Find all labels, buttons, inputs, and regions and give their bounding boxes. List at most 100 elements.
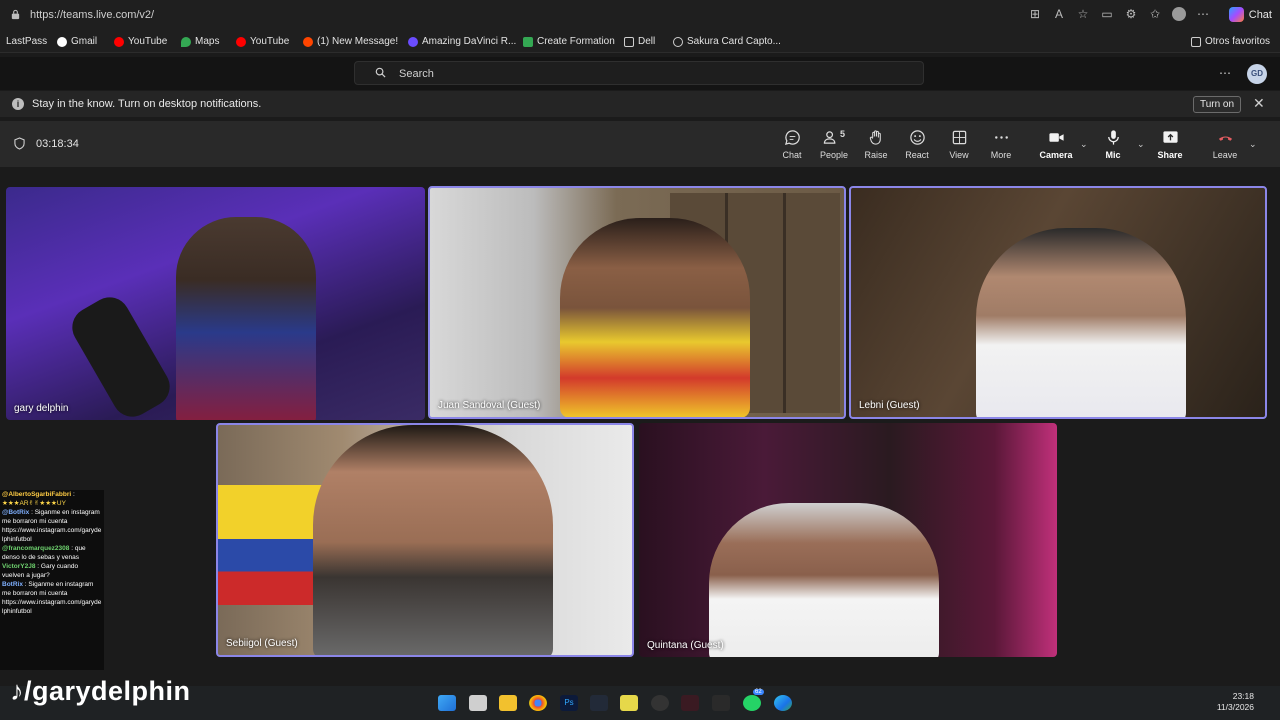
chat-user: VictorY2J8 — [2, 563, 36, 570]
mic-options-chevron-icon[interactable]: ⌄ — [1137, 139, 1145, 150]
people-count: 5 — [839, 129, 845, 139]
bookmark-lastpass[interactable]: LastPass — [6, 36, 47, 47]
chat-button[interactable]: Chat — [772, 129, 812, 160]
immersive-reader-icon[interactable]: ▭ — [1100, 7, 1114, 21]
bookmark-label: Amazing DaVinci R... — [422, 36, 517, 47]
bookmark-create-formation[interactable]: Create Formation — [523, 36, 615, 47]
react-button[interactable]: React — [897, 129, 937, 160]
site-info-icon[interactable] — [10, 9, 21, 20]
url-field[interactable]: https://teams.live.com/v2/ — [30, 9, 154, 21]
folder-icon — [1191, 36, 1201, 47]
bookmark-davinci[interactable]: Amazing DaVinci R... — [408, 36, 516, 47]
participant-video — [560, 218, 750, 417]
edge-icon[interactable] — [774, 695, 792, 711]
chat-text: ★★★AR✌✌★★★UY — [2, 500, 66, 507]
mic-label: Mic — [1105, 150, 1121, 160]
apps-icon[interactable]: ⊞ — [1028, 7, 1042, 21]
participant-tile-juan[interactable]: Juan Sandoval (Guest) — [428, 186, 846, 419]
participant-name: gary delphin — [14, 403, 69, 414]
meeting-toolbar: 03:18:34 Chat 5 People Raise React View … — [0, 121, 1280, 167]
obs-icon[interactable] — [651, 695, 669, 711]
google-icon — [57, 36, 67, 47]
chat-message: VictorY2J8 : Gary cuando vuelven a jugar… — [0, 562, 104, 580]
camera-label: Camera — [1039, 150, 1073, 160]
bookmark-sakura[interactable]: Sakura Card Capto... — [673, 36, 781, 47]
chat-message: https://www.instagram.com/garydelphinfut… — [0, 526, 104, 544]
globe-icon — [673, 36, 683, 47]
people-label: People — [819, 150, 849, 160]
leave-button[interactable]: Leave — [1205, 129, 1245, 160]
flag-backdrop — [218, 485, 328, 605]
photoshop-icon[interactable]: Ps — [560, 695, 578, 711]
chat-icon — [772, 129, 812, 147]
more-options-icon[interactable]: ⋯ — [1196, 7, 1210, 21]
davinci-resolve-icon[interactable] — [590, 695, 608, 711]
other-favorites[interactable]: Otros favoritos — [1191, 36, 1270, 47]
read-aloud-icon[interactable]: A — [1052, 7, 1066, 21]
copilot-chat-button[interactable]: Chat — [1228, 7, 1272, 22]
notification-icon — [303, 36, 313, 47]
profile-icon[interactable] — [1172, 7, 1186, 21]
whatsapp-icon[interactable]: 62 — [743, 689, 764, 711]
chat-user: @francomarquez2308 — [2, 545, 70, 552]
other-favorites-label: Otros favoritos — [1205, 36, 1271, 47]
task-view-icon[interactable] — [469, 695, 487, 711]
share-screen-icon — [1150, 129, 1190, 147]
windows-start-icon[interactable] — [438, 695, 456, 711]
copilot-chat-label: Chat — [1248, 8, 1272, 21]
bookmark-maps[interactable]: Maps — [181, 36, 219, 47]
participant-name: Lebni (Guest) — [859, 400, 920, 411]
camera-options-chevron-icon[interactable]: ⌄ — [1080, 139, 1088, 150]
copilot-icon — [1228, 7, 1244, 22]
davinci-icon — [408, 36, 418, 47]
stream-chat-overlay: @AlbertoSgarbiFabbri : ★★★AR✌✌★★★UY @Bot… — [0, 490, 104, 670]
favorites-icon[interactable]: ✩ — [1148, 7, 1162, 21]
grid-view-icon — [939, 129, 979, 147]
settings-more-icon[interactable]: ⋯ — [1219, 66, 1231, 80]
avatar[interactable]: GD — [1247, 64, 1267, 84]
windows-taskbar: Ps 62 23:18 11/3/2026 — [0, 686, 1280, 720]
extensions-icon[interactable]: ⚙ — [1124, 7, 1138, 21]
more-button[interactable]: More — [981, 129, 1021, 160]
leave-label: Leave — [1212, 150, 1238, 160]
bookmark-youtube-2[interactable]: YouTube — [236, 36, 289, 47]
share-button[interactable]: Share — [1150, 129, 1190, 160]
bookmark-youtube[interactable]: YouTube — [114, 36, 167, 47]
react-label: React — [905, 150, 929, 160]
turn-on-button[interactable]: Turn on — [1193, 96, 1241, 113]
close-icon[interactable]: ✕ — [1253, 95, 1265, 112]
bookmark-gmail[interactable]: Gmail — [57, 36, 97, 47]
raise-hand-button[interactable]: Raise — [856, 129, 896, 160]
youtube-icon — [114, 36, 124, 47]
bookmark-label: Create Formation — [537, 36, 615, 47]
clock-date: 11/3/2026 — [1216, 702, 1254, 712]
clock-time: 23:18 — [1232, 691, 1254, 701]
smiley-icon — [897, 129, 937, 147]
participant-name: Juan Sandoval (Guest) — [438, 400, 541, 411]
microphone-prop — [65, 290, 177, 420]
view-button[interactable]: View — [939, 129, 979, 160]
participant-tile-quintana[interactable]: Quintana (Guest) — [639, 423, 1057, 657]
mic-button[interactable]: Mic — [1093, 129, 1133, 160]
participant-video — [176, 217, 316, 420]
bookmark-new-message[interactable]: (1) New Message! — [303, 36, 398, 47]
favorite-star-icon[interactable]: ☆ — [1076, 7, 1090, 21]
app-icon-2[interactable] — [712, 695, 730, 711]
more-dots-icon — [981, 129, 1021, 147]
camera-button[interactable]: Camera — [1036, 129, 1076, 160]
tiktok-watermark: ♪/garydelphin — [10, 676, 191, 707]
file-explorer-icon[interactable] — [499, 695, 517, 711]
search-icon — [375, 67, 386, 78]
participant-tile-sebiigol[interactable]: Sebiigol (Guest) — [216, 423, 634, 657]
participant-tile-gary[interactable]: gary delphin — [6, 187, 425, 420]
app-icon[interactable] — [681, 695, 699, 711]
bookmark-dell[interactable]: Dell — [624, 36, 655, 47]
people-button[interactable]: 5 People — [814, 129, 854, 160]
chrome-icon[interactable] — [529, 695, 547, 711]
search-input[interactable]: Search — [354, 61, 924, 85]
leave-options-chevron-icon[interactable]: ⌄ — [1249, 139, 1257, 150]
system-clock[interactable]: 23:18 11/3/2026 — [1217, 691, 1254, 713]
participant-tile-lebni[interactable]: Lebni (Guest) — [849, 186, 1267, 419]
notes-app-icon[interactable] — [620, 695, 638, 711]
watermark-handle: /garydelphin — [24, 676, 191, 706]
